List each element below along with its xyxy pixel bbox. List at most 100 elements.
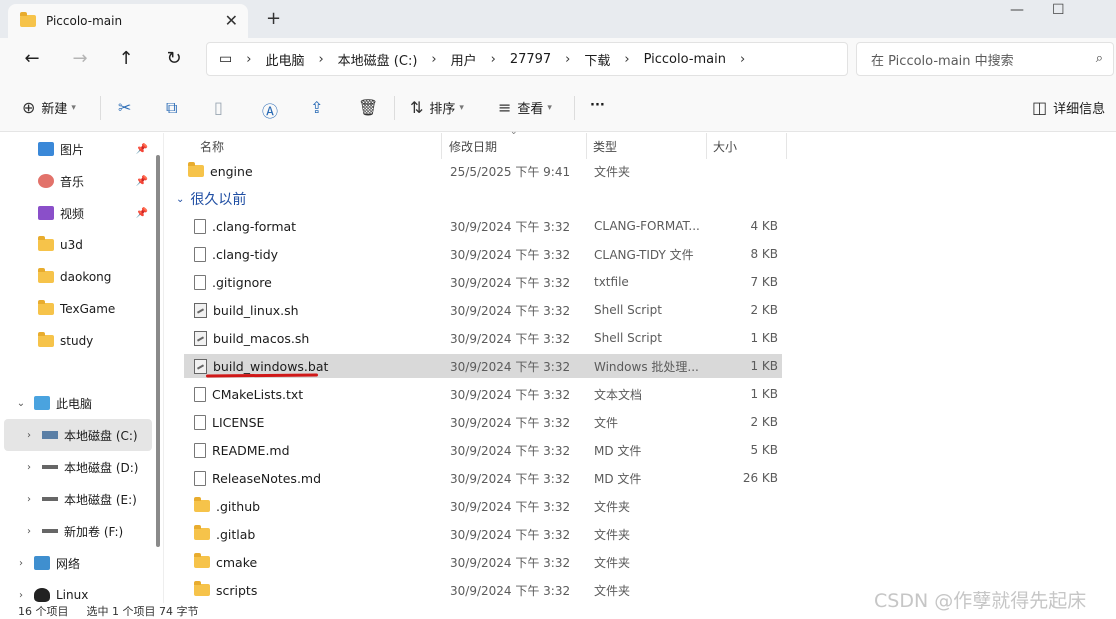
file-name-cell: .gitignore xyxy=(188,274,272,290)
tab-piccolo-main[interactable]: Piccolo-main ✕ xyxy=(8,4,248,38)
sidebar-item-daokong[interactable]: daokong xyxy=(4,261,152,293)
rename-icon[interactable]: Ⓐ xyxy=(262,98,278,122)
group-header[interactable]: ⌄ 很久以前 xyxy=(176,189,246,209)
sidebar-item-drive-f[interactable]: › 新加卷 (F:) xyxy=(4,515,152,547)
list-item[interactable]: cmake 30/9/2024 下午 3:32 文件夹 xyxy=(184,550,782,574)
chevron-right-icon[interactable]: › xyxy=(318,52,323,67)
chevron-right-icon[interactable]: › xyxy=(740,52,745,67)
file-name: engine xyxy=(210,163,253,179)
share-icon[interactable]: ⇪ xyxy=(310,98,323,117)
more-options-button[interactable]: ··· xyxy=(590,98,605,113)
details-pane-button[interactable]: ◫ 详细信息 xyxy=(1032,98,1105,117)
list-item[interactable]: build_windows.bat 30/9/2024 下午 3:32 Window… xyxy=(184,354,782,378)
chevron-right-icon[interactable]: › xyxy=(22,526,36,537)
paste-icon[interactable]: ▯ xyxy=(214,98,223,117)
chevron-down-icon[interactable]: ⌄ xyxy=(176,194,184,205)
sidebar-item-videos[interactable]: 视频 📌 xyxy=(4,197,152,229)
list-item[interactable]: engine 25/5/2025 下午 9:41 文件夹 xyxy=(184,159,782,183)
maximize-button[interactable]: ☐ xyxy=(1052,2,1065,18)
refresh-button[interactable]: ↻ xyxy=(162,48,186,69)
list-item[interactable]: build_linux.sh 30/9/2024 下午 3:32 Shell Scr… xyxy=(184,298,782,322)
sidebar-item-this-pc[interactable]: ⌄ 此电脑 xyxy=(4,387,152,419)
chevron-right-icon[interactable]: › xyxy=(565,52,570,67)
chevron-right-icon[interactable]: › xyxy=(431,52,436,67)
search-input[interactable]: 在 Piccolo-main 中搜索 ⌕ xyxy=(856,42,1114,76)
music-icon xyxy=(38,174,54,188)
file-name: ReleaseNotes.md xyxy=(212,470,322,486)
file-type: CLANG-TIDY 文件 xyxy=(594,247,694,262)
file-name-cell: scripts xyxy=(188,581,257,598)
chevron-right-icon[interactable]: › xyxy=(624,52,629,67)
pin-icon[interactable]: 📌 xyxy=(136,176,148,187)
list-item[interactable]: .gitignore 30/9/2024 下午 3:32 txtfile 7 KB xyxy=(184,270,782,294)
chevron-right-icon[interactable]: › xyxy=(491,52,496,67)
new-button[interactable]: ⊕ 新建 ▾ xyxy=(22,98,76,117)
item-count: 16 个项目 xyxy=(18,605,69,618)
address-bar[interactable]: ▭ › 此电脑 › 本地磁盘 (C:) › 用户 › 27797 › 下载 › … xyxy=(206,42,848,76)
sidebar-item-study[interactable]: study xyxy=(4,325,152,357)
list-item[interactable]: build_macos.sh 30/9/2024 下午 3:32 Shell Scr… xyxy=(184,326,782,350)
breadcrumb-user[interactable]: 27797 xyxy=(510,52,551,67)
breadcrumb-piccolo-main[interactable]: Piccolo-main xyxy=(644,52,726,67)
list-item[interactable]: .gitlab 30/9/2024 下午 3:32 文件夹 xyxy=(184,522,782,546)
new-tab-button[interactable]: + xyxy=(266,8,281,29)
sidebar-item-pictures[interactable]: 图片 📌 xyxy=(4,133,152,165)
column-header-size[interactable]: 大小 xyxy=(707,133,787,159)
pin-icon[interactable]: 📌 xyxy=(136,144,148,155)
sidebar-item-drive-c[interactable]: › 本地磁盘 (C:) xyxy=(4,419,152,451)
breadcrumb-drive-c[interactable]: 本地磁盘 (C:) xyxy=(338,50,418,69)
chevron-right-icon[interactable]: › xyxy=(22,462,36,473)
file-type: 文本文档 xyxy=(594,387,643,402)
file-name: CMakeLists.txt xyxy=(212,386,304,402)
back-button[interactable]: ← xyxy=(20,48,44,69)
breadcrumb-downloads[interactable]: 下载 xyxy=(584,50,610,69)
chevron-right-icon[interactable]: › xyxy=(22,430,36,441)
sidebar-item-texgame[interactable]: TexGame xyxy=(4,293,152,325)
list-item[interactable]: scripts 30/9/2024 下午 3:32 文件夹 xyxy=(184,578,782,602)
list-view-icon: ≡ xyxy=(498,98,512,117)
pin-icon[interactable]: 📌 xyxy=(136,208,148,219)
search-icon[interactable]: ⌕ xyxy=(1096,51,1103,66)
sidebar-item-u3d[interactable]: u3d xyxy=(4,229,152,261)
cut-icon[interactable]: ✂ xyxy=(118,98,131,117)
chevron-right-icon[interactable]: › xyxy=(14,558,28,569)
list-item[interactable]: CMakeLists.txt 30/9/2024 下午 3:32 文本文档 1 KB xyxy=(184,382,782,406)
list-item[interactable]: ReleaseNotes.md 30/9/2024 下午 3:32 MD 文件 26 … xyxy=(184,466,782,490)
drive-icon xyxy=(42,497,58,501)
chevron-right-icon[interactable]: › xyxy=(22,494,36,505)
sidebar-scrollbar[interactable] xyxy=(156,155,160,547)
close-tab-icon[interactable]: ✕ xyxy=(225,11,238,30)
up-button[interactable]: ↑ xyxy=(114,48,138,69)
minimize-button[interactable]: — xyxy=(1010,2,1024,18)
file-icon xyxy=(194,218,206,234)
view-button[interactable]: ≡ 查看 ▾ xyxy=(498,98,552,117)
list-item[interactable]: .github 30/9/2024 下午 3:32 文件夹 xyxy=(184,494,782,518)
sidebar-item-drive-e[interactable]: › 本地磁盘 (E:) xyxy=(4,483,152,515)
chevron-right-icon[interactable]: › xyxy=(246,52,251,67)
column-header-type[interactable]: 类型 xyxy=(587,133,707,159)
folder-icon xyxy=(188,162,204,177)
monitor-icon[interactable]: ▭ xyxy=(219,51,232,67)
sidebar-item-music[interactable]: 音乐 📌 xyxy=(4,165,152,197)
list-item[interactable]: LICENSE 30/9/2024 下午 3:32 文件 2 KB xyxy=(184,410,782,434)
chevron-down-icon[interactable]: ⌄ xyxy=(14,398,28,409)
column-header-name[interactable]: 名称 xyxy=(194,133,442,159)
column-header-date[interactable]: 修改日期 xyxy=(443,133,587,159)
sort-button[interactable]: ⇅ 排序 ▾ xyxy=(410,98,464,117)
forward-button[interactable]: → xyxy=(68,48,92,69)
chevron-right-icon[interactable]: › xyxy=(14,590,28,601)
delete-icon[interactable]: 🗑 xyxy=(358,98,378,117)
selection-info: 选中 1 个项目 74 字节 xyxy=(86,605,199,618)
list-item[interactable]: .clang-format 30/9/2024 下午 3:32 CLANG-FORM… xyxy=(184,214,782,238)
sidebar-item-drive-d[interactable]: › 本地磁盘 (D:) xyxy=(4,451,152,483)
file-name-cell: .github xyxy=(188,497,260,514)
file-date: 30/9/2024 下午 3:32 xyxy=(450,303,571,318)
breadcrumb-users[interactable]: 用户 xyxy=(451,50,477,69)
sidebar-item-label: 网络 xyxy=(56,556,81,571)
list-item[interactable]: .clang-tidy 30/9/2024 下午 3:32 CLANG-TIDY 文… xyxy=(184,242,782,266)
breadcrumb-this-pc[interactable]: 此电脑 xyxy=(265,50,304,69)
sidebar-item-network[interactable]: › 网络 xyxy=(4,547,152,579)
copy-icon[interactable]: ⧉ xyxy=(166,98,177,118)
folder-icon xyxy=(194,581,210,596)
list-item[interactable]: README.md 30/9/2024 下午 3:32 MD 文件 5 KB xyxy=(184,438,782,462)
